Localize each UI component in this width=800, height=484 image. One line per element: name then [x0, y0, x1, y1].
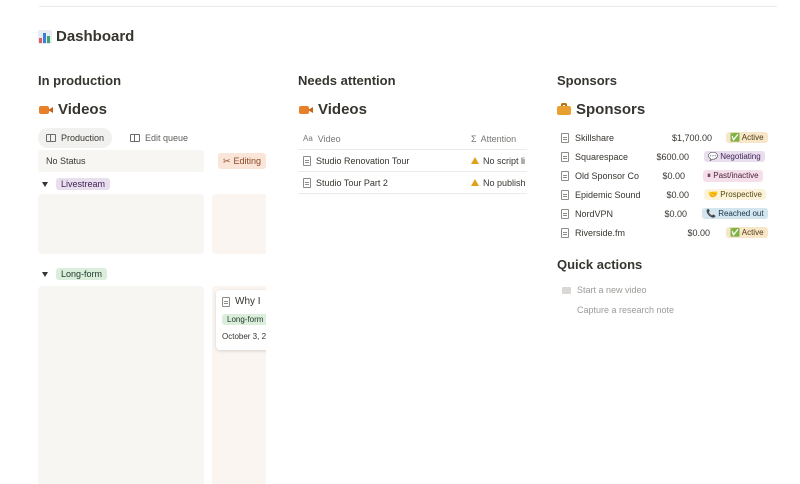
column-header-video[interactable]: Aa Video: [303, 134, 341, 144]
document-icon: [561, 208, 569, 219]
sponsor-amount: $1,700.00: [671, 132, 712, 143]
document-icon: [561, 132, 569, 143]
sponsor-amount: $600.00: [656, 151, 689, 162]
table-header: Aa Video Σ Attention: [298, 128, 527, 150]
sponsor-amount: $0.00: [687, 227, 710, 238]
status-column-label: Editing: [233, 156, 262, 166]
column-header-attention[interactable]: Σ Attention: [471, 134, 516, 144]
list-item[interactable]: Squarespace $600.00 💬 Negotiating: [557, 147, 770, 166]
table-icon: [130, 134, 141, 142]
card-title: Why I: [235, 296, 261, 307]
status-badge: 💬 Negotiating: [704, 151, 765, 162]
group-tag-long-form: Long-form: [56, 268, 108, 280]
videos-db-title-text: Videos: [58, 100, 107, 118]
sponsors-list: Skillshare $1,700.00 ✅ Active Squarespac…: [557, 128, 770, 242]
status-badge: ⏸ Past/inactive: [703, 169, 763, 182]
capture-research-note-button[interactable]: Capture a research note: [557, 302, 777, 318]
list-item[interactable]: Skillshare $1,700.00 ✅ Active: [557, 128, 770, 147]
scissors-icon: ✂: [223, 155, 231, 166]
row-video-title: Studio Renovation Tour: [316, 155, 410, 166]
document-icon: [561, 170, 569, 181]
sponsor-amount: $0.00: [662, 170, 685, 181]
status-badge: ✅ Active: [726, 132, 768, 143]
videos-db-title-text: Videos: [318, 100, 367, 118]
collapse-triangle-icon[interactable]: [42, 181, 48, 187]
video-camera-icon: [298, 103, 314, 115]
document-icon: [561, 189, 569, 200]
list-item[interactable]: Old Sponsor Co $0.00 ⏸ Past/inactive: [557, 166, 770, 185]
sponsors-db-title[interactable]: Sponsors: [557, 99, 777, 119]
tab-edit-queue-label: Edit queue: [145, 133, 189, 143]
card-tag: Long-form: [222, 314, 266, 325]
page-title-text: Dashboard: [56, 28, 135, 45]
row-attention-text: No script li: [483, 155, 526, 166]
top-divider: [39, 6, 777, 7]
lane-long-form-no-status: [38, 286, 204, 484]
table-row[interactable]: Studio Tour Part 2 No publish: [298, 172, 527, 194]
tab-production[interactable]: Production: [38, 128, 113, 148]
status-badge: ✅ Active: [726, 227, 768, 238]
video-camera-icon: [38, 103, 54, 115]
videos-db-title[interactable]: Videos: [298, 99, 527, 119]
lane-livestream-no-status: [38, 194, 204, 254]
collapse-triangle-icon[interactable]: [42, 271, 48, 277]
in-production-section: In production Videos Production Edit que…: [38, 73, 266, 148]
group-long-form[interactable]: Long-form: [42, 268, 108, 280]
list-item[interactable]: Epidemic Sound $0.00 🤝 Prospective: [557, 185, 770, 204]
in-production-heading: In production: [38, 73, 122, 88]
production-board: No Status ✂ Editing Livestream Long-form…: [38, 150, 266, 484]
sponsor-amount: $0.00: [664, 208, 687, 219]
document-icon: [561, 227, 569, 238]
view-tabs: Production Edit queue: [38, 128, 266, 148]
status-header-row: No Status ✂ Editing: [38, 150, 266, 172]
document-icon: [303, 155, 311, 166]
lane-livestream-editing: [212, 194, 266, 254]
document-icon: [222, 296, 230, 307]
table-row[interactable]: Studio Renovation Tour No script li: [298, 150, 527, 172]
tab-edit-queue[interactable]: Edit queue: [122, 128, 196, 148]
page-title: Dashboard: [38, 28, 134, 45]
attention-table: Aa Video Σ Attention Studio Renovation T…: [298, 128, 527, 194]
group-tag-livestream: Livestream: [56, 178, 111, 190]
list-item[interactable]: NordVPN $0.00 📞 Reached out: [557, 204, 770, 223]
videos-db-title[interactable]: Videos: [38, 99, 266, 119]
status-column-label: No Status: [46, 156, 86, 166]
row-attention-text: No publish: [483, 177, 526, 188]
sponsors-heading: Sponsors: [557, 73, 617, 88]
group-livestream[interactable]: Livestream: [42, 178, 111, 190]
status-column-editing[interactable]: ✂ Editing: [218, 153, 266, 169]
row-video-title: Studio Tour Part 2: [316, 177, 388, 188]
formula-icon: Σ: [471, 133, 477, 144]
needs-attention-section: Needs attention Videos Aa Video Σ Attent…: [298, 73, 527, 194]
clapper-icon: [562, 286, 571, 294]
board-card[interactable]: Why I Long-form October 3, 2: [216, 290, 266, 350]
warning-icon: [471, 179, 479, 186]
warning-icon: [471, 157, 479, 164]
start-new-video-button[interactable]: Start a new video: [557, 282, 777, 298]
text-property-icon: Aa: [303, 134, 313, 143]
quick-actions-heading: Quick actions: [557, 257, 643, 272]
tab-production-label: Production: [61, 133, 105, 143]
briefcase-icon: [557, 103, 572, 115]
document-icon: [561, 151, 569, 162]
list-item[interactable]: Riverside.fm $0.00 ✅ Active: [557, 223, 770, 242]
status-badge: 🤝 Prospective: [704, 189, 766, 200]
needs-attention-heading: Needs attention: [298, 73, 396, 88]
bar-chart-icon: [38, 29, 52, 44]
status-column-no-status[interactable]: No Status: [38, 150, 204, 172]
sponsor-amount: $0.00: [666, 189, 689, 200]
sponsors-db-title-text: Sponsors: [576, 100, 646, 118]
card-date: October 3, 2: [222, 332, 266, 341]
sponsors-section: Sponsors Sponsors Skillshare $1,700.00 ✅…: [557, 73, 777, 318]
pencil-icon: [562, 307, 571, 314]
document-icon: [303, 177, 311, 188]
table-icon: [46, 134, 56, 142]
status-badge: 📞 Reached out: [702, 208, 768, 219]
